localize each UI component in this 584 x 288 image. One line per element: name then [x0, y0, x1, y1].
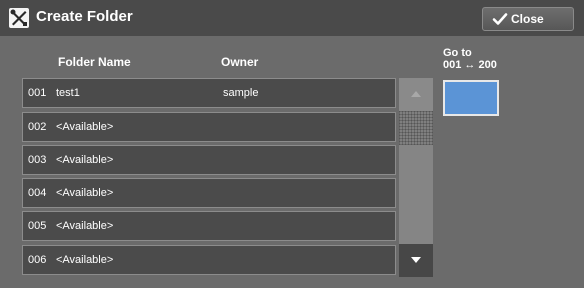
folder-row[interactable]: 002 <Available>: [22, 112, 396, 142]
scroll-up-button[interactable]: [399, 78, 433, 111]
folder-name: <Available>: [56, 187, 114, 199]
goto-range: 001 ↔ 200: [443, 59, 497, 71]
folder-row[interactable]: 006 <Available>: [22, 245, 396, 275]
folder-number: 004: [28, 187, 47, 199]
folder-row[interactable]: 005 <Available>: [22, 211, 396, 241]
folder-number: 003: [28, 154, 47, 166]
folder-number: 005: [28, 220, 47, 232]
folder-number: 006: [28, 254, 47, 266]
folder-name: <Available>: [56, 254, 114, 266]
folder-owner: sample: [223, 87, 259, 99]
goto-label: Go to 001 ↔ 200: [443, 47, 497, 71]
folder-name: <Available>: [56, 154, 114, 166]
scroll-down-button[interactable]: [399, 244, 433, 277]
folder-row[interactable]: 003 <Available>: [22, 145, 396, 175]
folder-row[interactable]: 004 <Available>: [22, 178, 396, 208]
folder-row[interactable]: 001 test1 sample: [22, 78, 396, 108]
folder-number: 002: [28, 121, 47, 133]
close-button-label: Close: [511, 12, 544, 26]
arrow-up-icon: [411, 91, 421, 97]
folder-name: <Available>: [56, 121, 114, 133]
goto-label-line1: Go to: [443, 47, 472, 59]
checkmark-icon: [492, 13, 508, 25]
goto-input-button[interactable]: [443, 80, 499, 116]
page-title: Create Folder: [36, 8, 133, 25]
column-header-folder-name: Folder Name: [58, 55, 131, 69]
column-header-owner: Owner: [221, 55, 259, 69]
close-button[interactable]: Close: [482, 7, 574, 31]
folder-name: <Available>: [56, 220, 114, 232]
folder-name: test1: [56, 87, 80, 99]
arrow-down-icon: [411, 257, 421, 263]
title-bar: Create Folder Close: [0, 0, 584, 36]
folder-number: 001: [28, 87, 47, 99]
tools-icon: [9, 8, 29, 28]
scrollbar-thumb[interactable]: [399, 111, 433, 145]
